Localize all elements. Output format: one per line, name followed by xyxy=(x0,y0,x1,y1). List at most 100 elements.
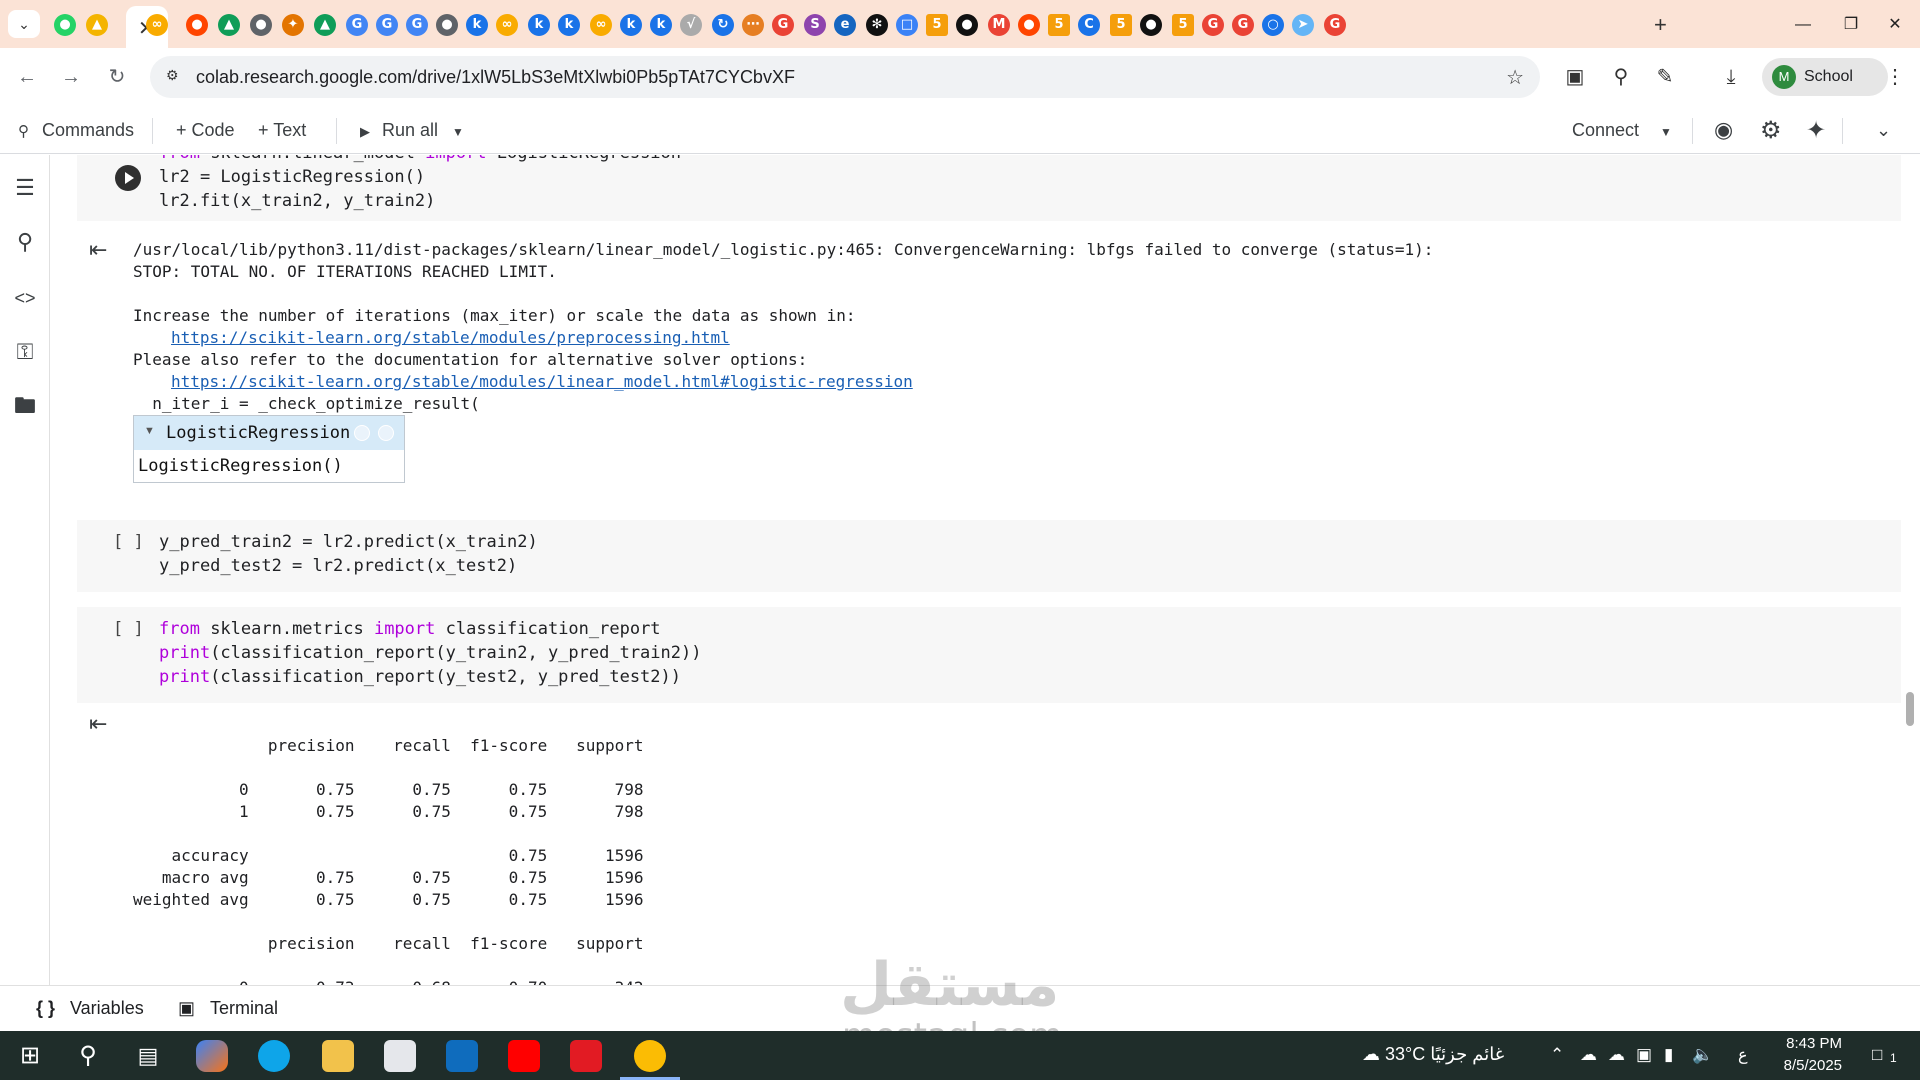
connect-dropdown-icon[interactable]: ▼ xyxy=(1660,125,1672,139)
colab-icon[interactable]: ∞ xyxy=(496,14,518,36)
clock-date[interactable]: 8/5/2025 xyxy=(1760,1057,1842,1074)
youtube-icon[interactable] xyxy=(508,1040,540,1072)
google-drive-icon[interactable]: ▲ xyxy=(86,14,108,36)
share-users-icon[interactable]: ◉ xyxy=(1714,117,1733,143)
logistic-regression-link[interactable]: https://scikit-learn.org/stable/modules/… xyxy=(171,371,913,393)
site-info-icon[interactable]: ⚙ xyxy=(166,67,186,87)
five-icon[interactable]: 5 xyxy=(1048,14,1070,36)
chrome-icon[interactable] xyxy=(634,1040,666,1072)
expand-triangle-icon[interactable]: ▼ xyxy=(144,425,155,437)
k-icon[interactable]: k xyxy=(650,14,672,36)
edge-icon[interactable] xyxy=(258,1040,290,1072)
google-drive-icon[interactable]: ▲ xyxy=(314,14,336,36)
new-tab-button[interactable]: + xyxy=(1654,12,1667,38)
k-icon[interactable]: k xyxy=(466,14,488,36)
math-icon[interactable]: √ xyxy=(680,14,702,36)
cloud-icon[interactable]: ☁ xyxy=(1608,1045,1625,1065)
tray-chevron-icon[interactable]: ⌃ xyxy=(1550,1045,1564,1065)
edge-icon[interactable]: e xyxy=(834,14,856,36)
help-icon[interactable] xyxy=(378,425,394,441)
outlook-icon[interactable] xyxy=(446,1040,478,1072)
restore-icon[interactable]: ❐ xyxy=(1828,10,1874,40)
output-toggle-icon[interactable]: ⇤ xyxy=(89,237,107,263)
file-explorer-icon[interactable] xyxy=(322,1040,354,1072)
code-cell[interactable]: [ ] from sklearn.metrics import classifi… xyxy=(77,607,1901,703)
connect-button[interactable]: Connect xyxy=(1572,120,1639,141)
run-all-button[interactable]: Run all xyxy=(382,120,438,141)
close-window-icon[interactable]: ✕ xyxy=(1872,10,1918,40)
output-toggle-icon[interactable]: ⇤ xyxy=(89,711,107,737)
weather-widget[interactable]: ☁ 33°C غائم جزئيًا xyxy=(1362,1044,1504,1065)
network-icon[interactable]: ▣ xyxy=(1636,1045,1652,1065)
five-icon[interactable]: 5 xyxy=(1172,14,1194,36)
tab-search-button[interactable]: ⌄ xyxy=(8,10,40,38)
notification-icon[interactable]: □ xyxy=(1872,1045,1882,1065)
circle-icon[interactable]: ○ xyxy=(1262,14,1284,36)
globe-icon[interactable]: ● xyxy=(250,14,272,36)
extensions-icon[interactable]: ✎ xyxy=(1650,62,1680,92)
forward-icon[interactable]: → xyxy=(56,62,86,92)
globe-icon[interactable]: ● xyxy=(436,14,458,36)
google-icon[interactable]: G xyxy=(1324,14,1346,36)
add-text-button[interactable]: + Text xyxy=(258,120,306,141)
onedrive-icon[interactable]: ☁ xyxy=(1580,1045,1597,1065)
arrow-icon[interactable]: ➤ xyxy=(1292,14,1314,36)
battery-icon[interactable]: ▮ xyxy=(1664,1045,1673,1065)
refresh-icon[interactable]: ↻ xyxy=(712,14,734,36)
terminal-button[interactable]: Terminal xyxy=(210,998,278,1019)
zoom-icon[interactable]: ⚲ xyxy=(1606,62,1636,92)
variables-button[interactable]: Variables xyxy=(70,998,144,1019)
five-icon[interactable]: 5 xyxy=(1110,14,1132,36)
translate-icon[interactable]: G xyxy=(346,14,368,36)
run-cell-button[interactable] xyxy=(115,165,141,191)
k-icon[interactable]: k xyxy=(558,14,580,36)
five-icon[interactable]: 5 xyxy=(926,14,948,36)
find-icon[interactable]: ⚲ xyxy=(12,229,38,255)
run-all-dropdown-icon[interactable]: ▼ xyxy=(452,125,464,139)
translate-icon[interactable]: G xyxy=(376,14,398,36)
code-cell[interactable]: from sklearn.linear_model import Logisti… xyxy=(77,155,1901,221)
search-icon[interactable]: ⚲ xyxy=(72,1040,104,1072)
code-cell[interactable]: [ ] y_pred_train2 = lr2.predict(x_train2… xyxy=(77,520,1901,592)
bird-icon[interactable]: ✦ xyxy=(282,14,304,36)
commands-button[interactable]: Commands xyxy=(42,120,134,141)
reload-icon[interactable]: ↻ xyxy=(102,62,132,92)
colab-icon[interactable]: ∞ xyxy=(590,14,612,36)
downloads-icon[interactable]: ⤓ xyxy=(1716,62,1746,92)
address-bar[interactable]: ⚙ colab.research.google.com/drive/1xlW5L… xyxy=(150,56,1540,98)
gmail-icon[interactable]: M xyxy=(988,14,1010,36)
google-drive-icon[interactable]: ▲ xyxy=(218,14,240,36)
back-icon[interactable]: ← xyxy=(12,62,42,92)
collapse-chevron-icon[interactable]: ⌄ xyxy=(1876,120,1891,141)
minimize-icon[interactable]: — xyxy=(1780,10,1826,40)
dots-icon[interactable]: ⋯ xyxy=(742,14,764,36)
settings-gear-icon[interactable]: ⚙ xyxy=(1760,116,1782,145)
browser-menu-icon[interactable]: ⋮ xyxy=(1880,62,1910,92)
table-of-contents-icon[interactable]: ☰ xyxy=(12,175,38,201)
google-icon[interactable]: G xyxy=(1202,14,1224,36)
microsoft-store-icon[interactable] xyxy=(384,1040,416,1072)
input-language[interactable]: ع xyxy=(1738,1045,1748,1065)
profile-button[interactable]: M School xyxy=(1762,58,1888,96)
google-icon[interactable]: G xyxy=(1232,14,1254,36)
stack-icon[interactable]: S xyxy=(804,14,826,36)
scrollbar-thumb[interactable] xyxy=(1906,692,1914,726)
files-folder-icon[interactable]: 🖿 xyxy=(12,393,38,419)
preprocessing-link[interactable]: https://scikit-learn.org/stable/modules/… xyxy=(171,327,730,349)
chat-icon[interactable]: □ xyxy=(896,14,918,36)
dot-icon[interactable]: ● xyxy=(1140,14,1162,36)
cell-execution-count[interactable]: [ ] xyxy=(113,619,144,639)
reddit-icon[interactable]: ● xyxy=(186,14,208,36)
k-icon[interactable]: k xyxy=(528,14,550,36)
chatgpt-icon[interactable]: ✻ xyxy=(866,14,888,36)
estimator-widget[interactable]: ▼ LogisticRegression LogisticRegression(… xyxy=(133,415,405,483)
clock-time[interactable]: 8:43 PM xyxy=(1782,1035,1842,1052)
dot-icon[interactable]: ● xyxy=(956,14,978,36)
reddit-icon[interactable]: ● xyxy=(1018,14,1040,36)
bookmark-star-icon[interactable]: ☆ xyxy=(1506,65,1524,90)
gemini-sparkle-icon[interactable]: ✦ xyxy=(1806,116,1826,145)
k-icon[interactable]: k xyxy=(620,14,642,36)
colab-icon[interactable]: ∞ xyxy=(146,14,168,36)
translate-page-icon[interactable]: ▣ xyxy=(1560,62,1590,92)
estimator-header[interactable]: ▼ LogisticRegression xyxy=(134,416,404,450)
